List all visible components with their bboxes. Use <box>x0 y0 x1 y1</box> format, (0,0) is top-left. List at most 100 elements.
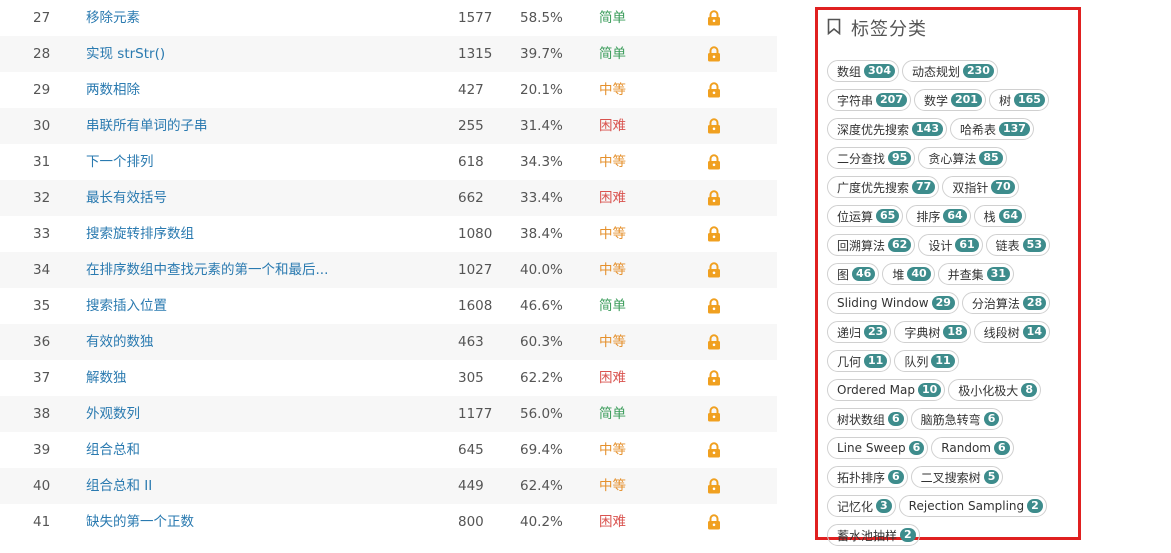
problem-title-link[interactable]: 搜索旋转排序数组 <box>86 216 194 252</box>
tag-chip[interactable]: 树 165 <box>988 89 1049 111</box>
problem-title-link[interactable]: 实现 strStr() <box>86 36 165 72</box>
problem-title-link[interactable]: 最长有效括号 <box>86 180 167 216</box>
table-row[interactable]: 28 实现 strStr() 1315 39.7% 简单 <box>0 36 777 72</box>
tag-chip[interactable]: Ordered Map 10 <box>827 379 946 401</box>
table-row[interactable]: 39 组合总和 645 69.4% 中等 <box>0 432 777 468</box>
table-row[interactable]: 35 搜索插入位置 1608 46.6% 简单 <box>0 288 777 324</box>
tag-name: 队列 <box>904 354 929 369</box>
tag-chip[interactable]: 深度优先搜索 143 <box>827 118 947 140</box>
problem-title-link[interactable]: 下一个排列 <box>86 144 154 180</box>
tag-chip[interactable]: 二分查找 95 <box>827 147 916 169</box>
tag-chip[interactable]: 拓扑排序 6 <box>827 466 908 488</box>
tag-count-badge: 11 <box>931 354 955 368</box>
tag-count-badge: 11 <box>864 354 888 368</box>
tag-name: 排序 <box>916 209 941 224</box>
tag-count-badge: 14 <box>1022 325 1046 339</box>
tag-chip[interactable]: 分治算法 28 <box>961 292 1051 314</box>
problem-acceptance-rate: 46.6% <box>520 298 563 314</box>
tag-chip[interactable]: 排序 64 <box>906 205 971 227</box>
tag-chip[interactable]: 图 46 <box>827 263 880 285</box>
tag-name: 二叉搜索树 <box>920 470 981 485</box>
problem-submissions: 1027 <box>458 262 493 278</box>
tag-chip[interactable]: 位运算 65 <box>827 205 904 227</box>
tag-count-badge: 6 <box>888 412 904 426</box>
table-row[interactable]: 31 下一个排列 618 34.3% 中等 <box>0 144 777 180</box>
table-row[interactable]: 41 缺失的第一个正数 800 40.2% 困难 <box>0 504 777 540</box>
tag-chip[interactable]: 蓄水池抽样 2 <box>827 524 920 546</box>
tag-count-badge: 77 <box>912 180 936 194</box>
problem-submissions: 1608 <box>458 298 493 314</box>
problem-title-link[interactable]: 串联所有单词的子串 <box>86 108 208 144</box>
problem-title-link[interactable]: 外观数列 <box>86 396 140 432</box>
tag-chip[interactable]: 二叉搜索树 5 <box>910 466 1004 488</box>
table-row[interactable]: 29 两数相除 427 20.1% 中等 <box>0 72 777 108</box>
tag-chip[interactable]: 双指针 70 <box>942 176 1019 198</box>
tag-chip[interactable]: 脑筋急转弯 6 <box>910 408 1004 430</box>
tag-chip[interactable]: 广度优先搜索 77 <box>827 176 940 198</box>
table-row[interactable]: 27 移除元素 1577 58.5% 简单 <box>0 0 777 36</box>
problem-title-link[interactable]: 缺失的第一个正数 <box>86 504 194 540</box>
tag-chip[interactable]: 链表 53 <box>985 234 1050 256</box>
tag-chip[interactable]: 线段树 14 <box>973 321 1050 343</box>
problem-submissions: 255 <box>458 118 484 134</box>
problem-title-link[interactable]: 两数相除 <box>86 72 140 108</box>
tag-chip[interactable]: 并查集 31 <box>937 263 1014 285</box>
tag-chip[interactable]: 贪心算法 85 <box>918 147 1007 169</box>
tag-panel-title: 标签分类 <box>851 19 927 40</box>
problem-acceptance-rate: 69.4% <box>520 442 563 458</box>
tag-chip[interactable]: 极小化极大 8 <box>948 379 1041 401</box>
problem-acceptance-rate: 62.4% <box>520 478 563 494</box>
problem-difficulty: 困难 <box>599 514 626 530</box>
tag-name: 广度优先搜索 <box>837 180 910 195</box>
tag-chip[interactable]: 递归 23 <box>827 321 892 343</box>
table-row[interactable]: 37 解数独 305 62.2% 困难 <box>0 360 777 396</box>
problem-title-link[interactable]: 解数独 <box>86 360 127 396</box>
tag-chip[interactable]: Random 6 <box>931 437 1014 459</box>
problem-title-link[interactable]: 在排序数组中查找元素的第一个和最后... <box>86 252 328 288</box>
tag-chip[interactable]: 数组 304 <box>827 60 899 82</box>
tag-chip[interactable]: 记忆化 3 <box>827 495 896 517</box>
problem-title-link[interactable]: 移除元素 <box>86 0 140 36</box>
tag-name: Sliding Window <box>837 296 929 310</box>
lock-icon <box>707 10 721 26</box>
tag-chip[interactable]: 动态规划 230 <box>901 60 998 82</box>
table-row[interactable]: 32 最长有效括号 662 33.4% 困难 <box>0 180 777 216</box>
table-row[interactable]: 40 组合总和 II 449 62.4% 中等 <box>0 468 777 504</box>
table-row[interactable]: 30 串联所有单词的子串 255 31.4% 困难 <box>0 108 777 144</box>
tag-chip[interactable]: 回溯算法 62 <box>827 234 916 256</box>
problem-acceptance-rate: 34.3% <box>520 154 563 170</box>
tag-chip[interactable]: 堆 40 <box>882 263 935 285</box>
table-row[interactable]: 34 在排序数组中查找元素的第一个和最后... 1027 40.0% 中等 <box>0 252 777 288</box>
table-row[interactable]: 36 有效的数独 463 60.3% 中等 <box>0 324 777 360</box>
tag-count-badge: 64 <box>943 209 967 223</box>
tag-chip[interactable]: Rejection Sampling 2 <box>898 495 1047 517</box>
tag-name: 数组 <box>837 64 862 79</box>
tag-list: 数组 304 动态规划 230 字符串 207 数学 201 树 165 深度优先搜索 143 哈希表 1… <box>827 60 1072 553</box>
table-row[interactable]: 38 外观数列 1177 56.0% 简单 <box>0 396 777 432</box>
tag-chip[interactable]: 栈 64 <box>973 205 1026 227</box>
tag-chip[interactable]: 设计 61 <box>918 234 983 256</box>
tag-chip[interactable]: 数学 201 <box>913 89 986 111</box>
problem-difficulty: 简单 <box>599 298 626 314</box>
tag-chip[interactable]: 字符串 207 <box>827 89 911 111</box>
table-row[interactable]: 33 搜索旋转排序数组 1080 38.4% 中等 <box>0 216 777 252</box>
problem-id: 30 <box>33 118 51 134</box>
problem-title-link[interactable]: 组合总和 II <box>86 468 152 504</box>
problem-title-link[interactable]: 有效的数独 <box>86 324 154 360</box>
tag-chip[interactable]: 哈希表 137 <box>949 118 1034 140</box>
lock-icon <box>707 262 721 278</box>
problem-id: 32 <box>33 190 51 206</box>
tag-chip[interactable]: Sliding Window 29 <box>827 292 959 314</box>
tag-chip[interactable]: 树状数组 6 <box>827 408 908 430</box>
problem-title-link[interactable]: 组合总和 <box>86 432 140 468</box>
tag-count-badge: 2 <box>1027 499 1043 513</box>
tag-count-badge: 64 <box>998 209 1022 223</box>
tag-chip[interactable]: Line Sweep 6 <box>827 437 929 459</box>
tag-chip[interactable]: 几何 11 <box>827 350 892 372</box>
problem-title-link[interactable]: 搜索插入位置 <box>86 288 167 324</box>
lock-icon <box>707 514 721 530</box>
tag-name: 设计 <box>928 238 953 253</box>
tag-count-badge: 95 <box>888 151 912 165</box>
tag-chip[interactable]: 字典树 18 <box>894 321 971 343</box>
tag-chip[interactable]: 队列 11 <box>894 350 959 372</box>
